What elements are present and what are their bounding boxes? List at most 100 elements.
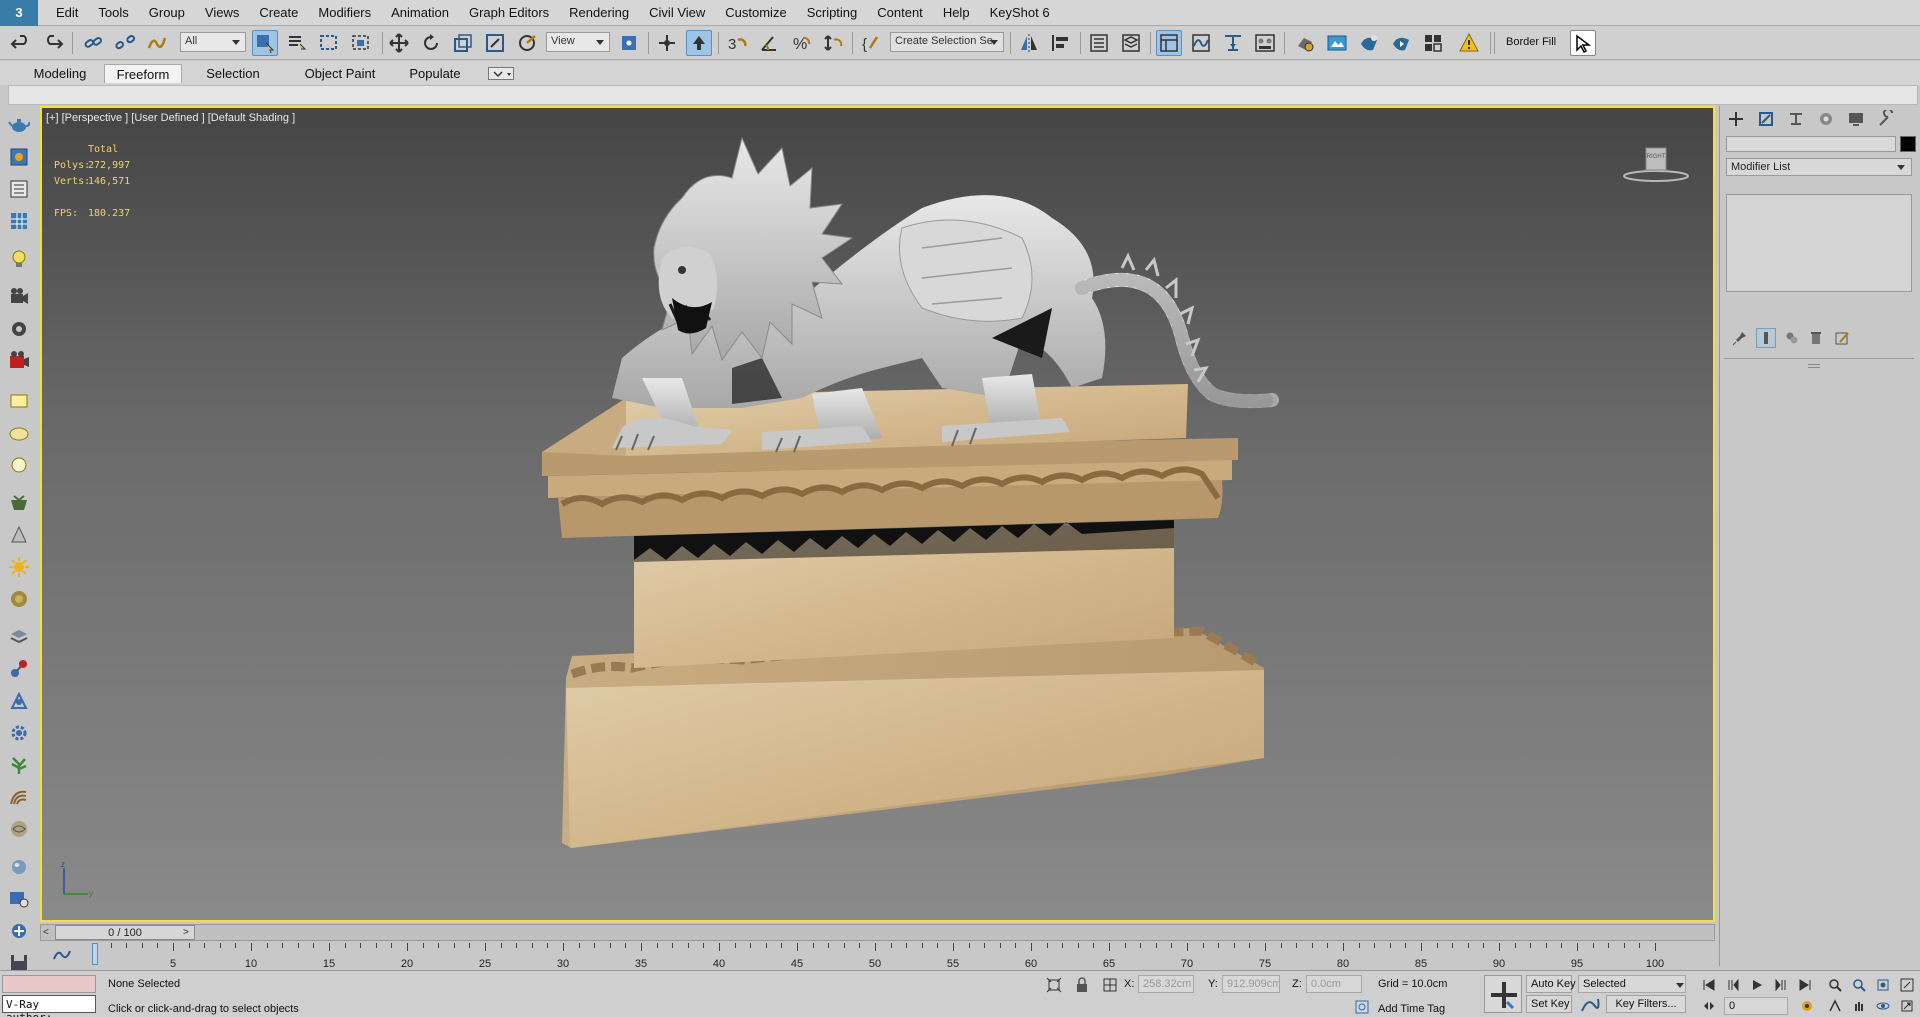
default-in-out-tangents-icon[interactable] xyxy=(1580,997,1600,1013)
render-production-icon[interactable] xyxy=(1356,30,1382,56)
previous-frame-icon[interactable] xyxy=(1724,976,1742,994)
remove-modifier-icon[interactable] xyxy=(1806,328,1826,348)
auto-key-button[interactable]: Auto Key xyxy=(1526,975,1576,993)
reference-coord-dropdown[interactable]: View xyxy=(546,32,610,52)
bind-space-warp-icon[interactable] xyxy=(144,30,170,56)
time-slider[interactable]: < 0 / 100 > xyxy=(40,924,1715,941)
modifier-stack-list[interactable] xyxy=(1726,194,1912,292)
go-to-start-icon[interactable] xyxy=(1700,976,1718,994)
y-coord-field[interactable]: 912.909cm xyxy=(1222,975,1280,993)
redo-icon[interactable] xyxy=(40,30,66,56)
selection-lock-icon[interactable] xyxy=(1074,977,1090,993)
z-coord-field[interactable]: 0.0cm xyxy=(1306,975,1362,993)
edit-named-selection-icon[interactable]: { xyxy=(858,30,884,56)
menu-views[interactable]: Views xyxy=(195,0,249,26)
sphere-gizmo-icon[interactable] xyxy=(6,854,32,880)
absolute-mode-icon[interactable] xyxy=(1102,977,1118,993)
modifier-list-dropdown[interactable]: Modifier List xyxy=(1726,158,1912,176)
rectangle-shape-icon[interactable] xyxy=(6,388,32,414)
menu-tools[interactable]: Tools xyxy=(88,0,138,26)
render-setup-icon[interactable] xyxy=(1292,30,1318,56)
make-unique-icon[interactable] xyxy=(1782,328,1802,348)
scene-list-icon[interactable] xyxy=(6,176,32,202)
angle-snap-icon[interactable] xyxy=(756,30,782,56)
menu-help[interactable]: Help xyxy=(933,0,980,26)
sun-icon[interactable] xyxy=(6,554,32,580)
menu-graph-editors[interactable]: Graph Editors xyxy=(459,0,559,26)
rectangular-selection-icon[interactable] xyxy=(316,30,342,56)
modifier-stack-icon[interactable] xyxy=(6,624,32,650)
utilities-tab-icon[interactable] xyxy=(1874,108,1898,130)
rotate-icon[interactable] xyxy=(418,30,444,56)
select-manipulate-icon[interactable] xyxy=(514,30,540,56)
select-object-icon[interactable] xyxy=(252,30,278,56)
hierarchy-tab-icon[interactable] xyxy=(1784,108,1808,130)
molecule-icon[interactable] xyxy=(6,656,32,682)
pin-stack-icon[interactable] xyxy=(1730,328,1750,348)
current-frame-marker[interactable] xyxy=(92,943,98,965)
menu-civil-view[interactable]: Civil View xyxy=(639,0,715,26)
time-tag-icon[interactable] xyxy=(1354,999,1370,1015)
set-key-big-button[interactable] xyxy=(1484,975,1522,1013)
snaps-toggle-icon[interactable]: 3 xyxy=(724,30,750,56)
motion-tab-icon[interactable] xyxy=(1814,108,1838,130)
modify-tab-icon[interactable] xyxy=(1754,108,1778,130)
next-frame-icon[interactable] xyxy=(1772,976,1790,994)
zoom-icon[interactable] xyxy=(1826,976,1844,994)
orbit-icon[interactable] xyxy=(1874,997,1892,1015)
maxscript-mini-listener[interactable]: V-Ray author: xyxy=(2,995,96,1017)
place-icon[interactable] xyxy=(482,30,508,56)
time-slider-prev-icon[interactable]: < xyxy=(43,927,49,938)
render-in-cloud-icon[interactable] xyxy=(1420,30,1446,56)
menu-content[interactable]: Content xyxy=(867,0,933,26)
menu-edit[interactable]: Edit xyxy=(46,0,88,26)
create-tab-icon[interactable] xyxy=(1724,108,1748,130)
display-tab-icon[interactable] xyxy=(1844,108,1868,130)
app-logo[interactable]: 3 xyxy=(0,0,38,26)
play-icon[interactable] xyxy=(1748,976,1766,994)
unlink-icon[interactable] xyxy=(112,30,138,56)
sound-icon[interactable] xyxy=(6,316,32,342)
schematic-view-icon[interactable] xyxy=(1220,30,1246,56)
move-icon[interactable] xyxy=(386,30,412,56)
viewcube[interactable]: RIGHT xyxy=(1621,144,1691,184)
gear-icon[interactable] xyxy=(6,720,32,746)
object-color-swatch[interactable] xyxy=(1900,136,1916,152)
menu-modifiers[interactable]: Modifiers xyxy=(308,0,381,26)
set-key-button[interactable]: Set Key xyxy=(1526,995,1572,1013)
disc-icon[interactable] xyxy=(6,586,32,612)
teapot-icon[interactable] xyxy=(6,112,32,138)
select-and-manipulate-icon[interactable] xyxy=(654,30,680,56)
menu-group[interactable]: Group xyxy=(139,0,195,26)
undo-icon[interactable] xyxy=(8,30,34,56)
link-icon[interactable] xyxy=(80,30,106,56)
statue-model[interactable] xyxy=(42,108,1715,922)
go-to-end-icon[interactable] xyxy=(1796,976,1814,994)
menu-animation[interactable]: Animation xyxy=(381,0,459,26)
panel-resize-handle[interactable] xyxy=(1808,364,1820,368)
key-mode-toggle-icon[interactable] xyxy=(1700,997,1718,1015)
layer-explorer-icon[interactable] xyxy=(1118,30,1144,56)
scale-icon[interactable] xyxy=(450,30,476,56)
tab-populate[interactable]: Populate xyxy=(400,64,470,83)
object-paint-icon[interactable] xyxy=(6,490,32,516)
tab-modeling[interactable]: Modeling xyxy=(24,64,96,83)
rendered-frame-window-icon[interactable] xyxy=(1324,30,1350,56)
tab-freeform[interactable]: Freeform xyxy=(104,64,182,83)
keyboard-shortcut-override-icon[interactable] xyxy=(686,30,712,56)
track-bar[interactable]: 5 10 15 20 25 30 35 40 45 50 55 60 65 70 75 80 85 90 95 100 xyxy=(40,943,1715,970)
key-filters-button[interactable]: Key Filters... xyxy=(1606,995,1686,1013)
display-settings-icon[interactable] xyxy=(6,886,32,912)
time-configuration-icon[interactable] xyxy=(1798,997,1816,1015)
zoom-extents-icon[interactable] xyxy=(1874,976,1892,994)
cone-icon[interactable] xyxy=(6,522,32,548)
show-end-result-icon[interactable] xyxy=(1756,328,1776,348)
zoom-all-icon[interactable] xyxy=(1850,976,1868,994)
percent-snap-icon[interactable]: % xyxy=(788,30,814,56)
field-of-view-icon[interactable] xyxy=(1826,997,1844,1015)
pivot-center-icon[interactable] xyxy=(616,30,642,56)
perspective-viewport[interactable]: [+] [Perspective ] [User Defined ] [Defa… xyxy=(40,106,1715,922)
mirror-icon[interactable] xyxy=(1016,30,1042,56)
menu-customize[interactable]: Customize xyxy=(715,0,796,26)
selection-filter-dropdown[interactable]: All xyxy=(180,32,246,52)
